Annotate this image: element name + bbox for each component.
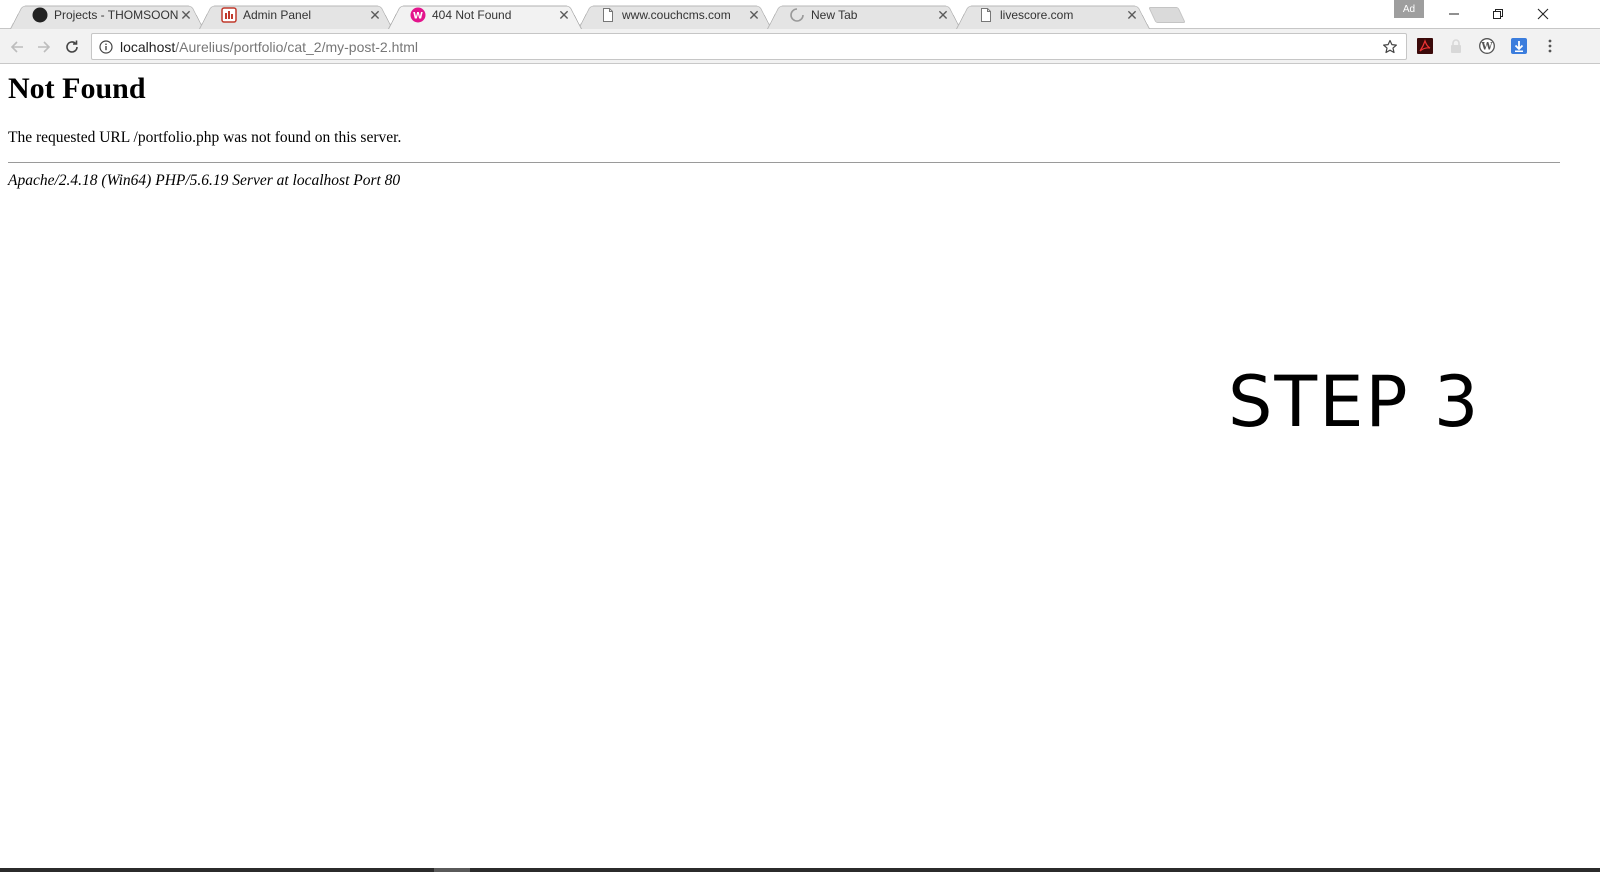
tab-admin-panel[interactable]: Admin Panel ✕ bbox=[199, 1, 393, 29]
admin-panel-icon bbox=[221, 7, 237, 23]
server-signature: Apache/2.4.18 (Win64) PHP/5.6.19 Server … bbox=[8, 172, 401, 189]
bookmark-star-icon[interactable] bbox=[1380, 37, 1400, 57]
tab-projects[interactable]: Projects - THOMSOON - ✕ bbox=[10, 1, 204, 29]
restore-icon bbox=[1493, 9, 1503, 19]
tab-title: livescore.com bbox=[1000, 8, 1074, 22]
page-icon bbox=[978, 7, 994, 23]
tab-title: www.couchcms.com bbox=[622, 8, 731, 22]
github-icon bbox=[32, 7, 48, 23]
svg-text:W: W bbox=[413, 12, 423, 22]
close-icon[interactable]: ✕ bbox=[1124, 7, 1140, 23]
menu-kebab-icon[interactable] bbox=[1541, 37, 1559, 55]
reload-button[interactable] bbox=[61, 36, 83, 58]
tab-404-not-found[interactable]: W 404 Not Found ✕ bbox=[388, 1, 582, 29]
info-icon[interactable] bbox=[99, 39, 113, 54]
new-tab-button[interactable] bbox=[1152, 7, 1182, 23]
download-icon[interactable] bbox=[1510, 37, 1528, 55]
wordpress-icon[interactable]: W bbox=[1478, 37, 1496, 55]
loading-spinner-icon bbox=[789, 7, 805, 23]
tab-livescore[interactable]: livescore.com ✕ bbox=[956, 1, 1150, 29]
url-path: /Aurelius/portfolio/cat_2/my-post-2.html bbox=[175, 38, 419, 55]
step-label: STEP 3 bbox=[1228, 361, 1481, 443]
address-bar[interactable]: localhost/Aurelius/portfolio/cat_2/my-po… bbox=[91, 33, 1407, 60]
close-icon[interactable]: ✕ bbox=[746, 7, 762, 23]
minimize-button[interactable] bbox=[1432, 0, 1476, 28]
minimize-icon bbox=[1449, 13, 1459, 15]
tab-title: Projects - THOMSOON - bbox=[54, 8, 178, 22]
lock-extension-icon[interactable] bbox=[1447, 37, 1465, 55]
reload-icon bbox=[66, 40, 78, 53]
tab-new-tab[interactable]: New Tab ✕ bbox=[767, 1, 961, 29]
tab-title: 404 Not Found bbox=[432, 8, 512, 22]
close-icon[interactable]: ✕ bbox=[178, 7, 194, 23]
page-icon bbox=[600, 7, 616, 23]
close-icon[interactable]: ✕ bbox=[556, 7, 572, 23]
close-icon[interactable]: ✕ bbox=[367, 7, 383, 23]
forward-button[interactable] bbox=[33, 36, 55, 58]
browser-toolbar: localhost/Aurelius/portfolio/cat_2/my-po… bbox=[0, 29, 1600, 64]
tab-couchcms[interactable]: www.couchcms.com ✕ bbox=[578, 1, 772, 29]
error-message: The requested URL /portfolio.php was not… bbox=[8, 129, 402, 146]
page-content: Not Found The requested URL /portfolio.p… bbox=[0, 65, 1600, 870]
taskbar-edge bbox=[0, 868, 1600, 872]
arrow-left-icon bbox=[10, 41, 23, 53]
tab-title: Admin Panel bbox=[243, 8, 312, 22]
tab-strip: Projects - THOMSOON - ✕ Admin Panel ✕ W … bbox=[0, 0, 1600, 29]
close-icon[interactable]: ✕ bbox=[935, 7, 951, 23]
close-icon bbox=[1537, 8, 1549, 20]
arrow-right-icon bbox=[38, 41, 51, 53]
page-title: Not Found bbox=[8, 72, 146, 105]
divider bbox=[8, 162, 1560, 163]
ad-badge: Ad bbox=[1394, 0, 1424, 18]
restore-button[interactable] bbox=[1476, 0, 1520, 28]
svg-text:W: W bbox=[1480, 42, 1493, 53]
taskbar-marker bbox=[434, 868, 470, 872]
back-button[interactable] bbox=[6, 36, 28, 58]
close-window-button[interactable] bbox=[1521, 0, 1565, 28]
tab-title: New Tab bbox=[811, 8, 858, 22]
url-text[interactable]: localhost/Aurelius/portfolio/cat_2/my-po… bbox=[120, 39, 1380, 55]
acrobat-icon[interactable] bbox=[1416, 37, 1434, 55]
wamp-icon: W bbox=[410, 7, 426, 23]
url-host: localhost bbox=[120, 38, 176, 55]
